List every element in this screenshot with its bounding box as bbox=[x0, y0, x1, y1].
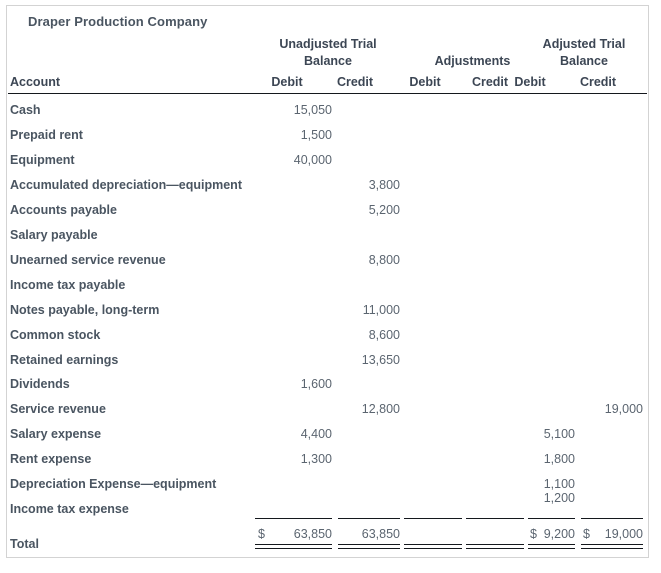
total-rule-double bbox=[255, 544, 332, 550]
account-label: Prepaid rent bbox=[10, 127, 83, 142]
account-label: Rent expense bbox=[10, 452, 92, 467]
accounting-worksheet: Draper Production Company Unadjusted Tri… bbox=[0, 0, 661, 573]
total-rule-double bbox=[466, 544, 524, 550]
cell-unadjusted-credit: 13,650 bbox=[361, 352, 400, 367]
cell-unadjusted-credit: 12,800 bbox=[361, 402, 400, 417]
account-label: Accumulated depreciation—equipment bbox=[10, 177, 242, 192]
total-rule-single bbox=[404, 518, 462, 520]
account-label: Income tax payable bbox=[10, 277, 126, 292]
total-rule-double bbox=[338, 544, 400, 550]
account-label: Notes payable, long-term bbox=[10, 302, 160, 317]
cell-adjusted-debit: 1,100 bbox=[543, 477, 575, 492]
account-label: Unearned service revenue bbox=[10, 252, 166, 267]
total-rule-single bbox=[338, 518, 400, 520]
total-rule-single bbox=[255, 518, 332, 520]
cell-adjusted-debit: 5,100 bbox=[543, 427, 575, 442]
cell-unadjusted-debit: 1,600 bbox=[300, 377, 332, 392]
column-group-adjusted-trial-balance: Adjusted Trial Balance bbox=[542, 37, 626, 68]
cell-unadjusted-credit: 8,600 bbox=[368, 327, 400, 342]
total-rule-single bbox=[466, 518, 524, 520]
header-separator-rule bbox=[8, 93, 647, 94]
cell-unadjusted-debit: 4,400 bbox=[300, 427, 332, 442]
account-label: Salary expense bbox=[10, 427, 102, 442]
cell-unadjusted-debit: 1,300 bbox=[300, 452, 332, 467]
total-adjusted-credit: 19,000 bbox=[604, 527, 643, 542]
account-label: Equipment bbox=[10, 152, 75, 167]
total-rule-double bbox=[581, 544, 643, 550]
account-label: Income tax expense bbox=[10, 502, 129, 517]
total-rule-single bbox=[581, 518, 643, 520]
cell-unadjusted-credit: 8,800 bbox=[368, 252, 400, 267]
account-label: Salary payable bbox=[10, 227, 98, 242]
cell-unadjusted-credit: 5,200 bbox=[368, 202, 400, 217]
cell-unadjusted-credit: 11,000 bbox=[362, 302, 400, 317]
account-label: Accounts payable bbox=[10, 202, 117, 217]
cell-unadjusted-debit: 40,000 bbox=[293, 152, 332, 167]
cell-adjusted-debit: 1,200 bbox=[543, 491, 575, 506]
cell-unadjusted-debit: 15,050 bbox=[293, 103, 332, 117]
account-label: Depreciation Expense—equipment bbox=[10, 477, 217, 492]
account-label: Common stock bbox=[10, 327, 101, 342]
account-label: Service revenue bbox=[10, 402, 106, 417]
column-header-adjusted-credit: Credit bbox=[579, 75, 617, 89]
account-label: Retained earnings bbox=[10, 352, 119, 367]
total-rule-single bbox=[528, 518, 575, 520]
total-rule-double bbox=[404, 544, 462, 550]
cell-unadjusted-debit: 1,500 bbox=[300, 127, 332, 142]
total-unadjusted-credit: 63,850 bbox=[361, 527, 400, 542]
total-label: Total bbox=[10, 537, 39, 552]
cell-adjusted-debit: 1,800 bbox=[543, 452, 575, 467]
page-title: Draper Production Company bbox=[28, 14, 208, 29]
account-label: Cash bbox=[10, 103, 41, 117]
cell-unadjusted-credit: 3,800 bbox=[368, 177, 400, 192]
cell-adjusted-credit: 19,000 bbox=[604, 402, 643, 417]
column-group-unadjusted-trial-balance: Unadjusted Trial Balance bbox=[279, 37, 377, 68]
account-label: Dividends bbox=[10, 377, 70, 392]
total-rule-double bbox=[528, 544, 575, 550]
column-header-account: Account bbox=[10, 75, 60, 89]
